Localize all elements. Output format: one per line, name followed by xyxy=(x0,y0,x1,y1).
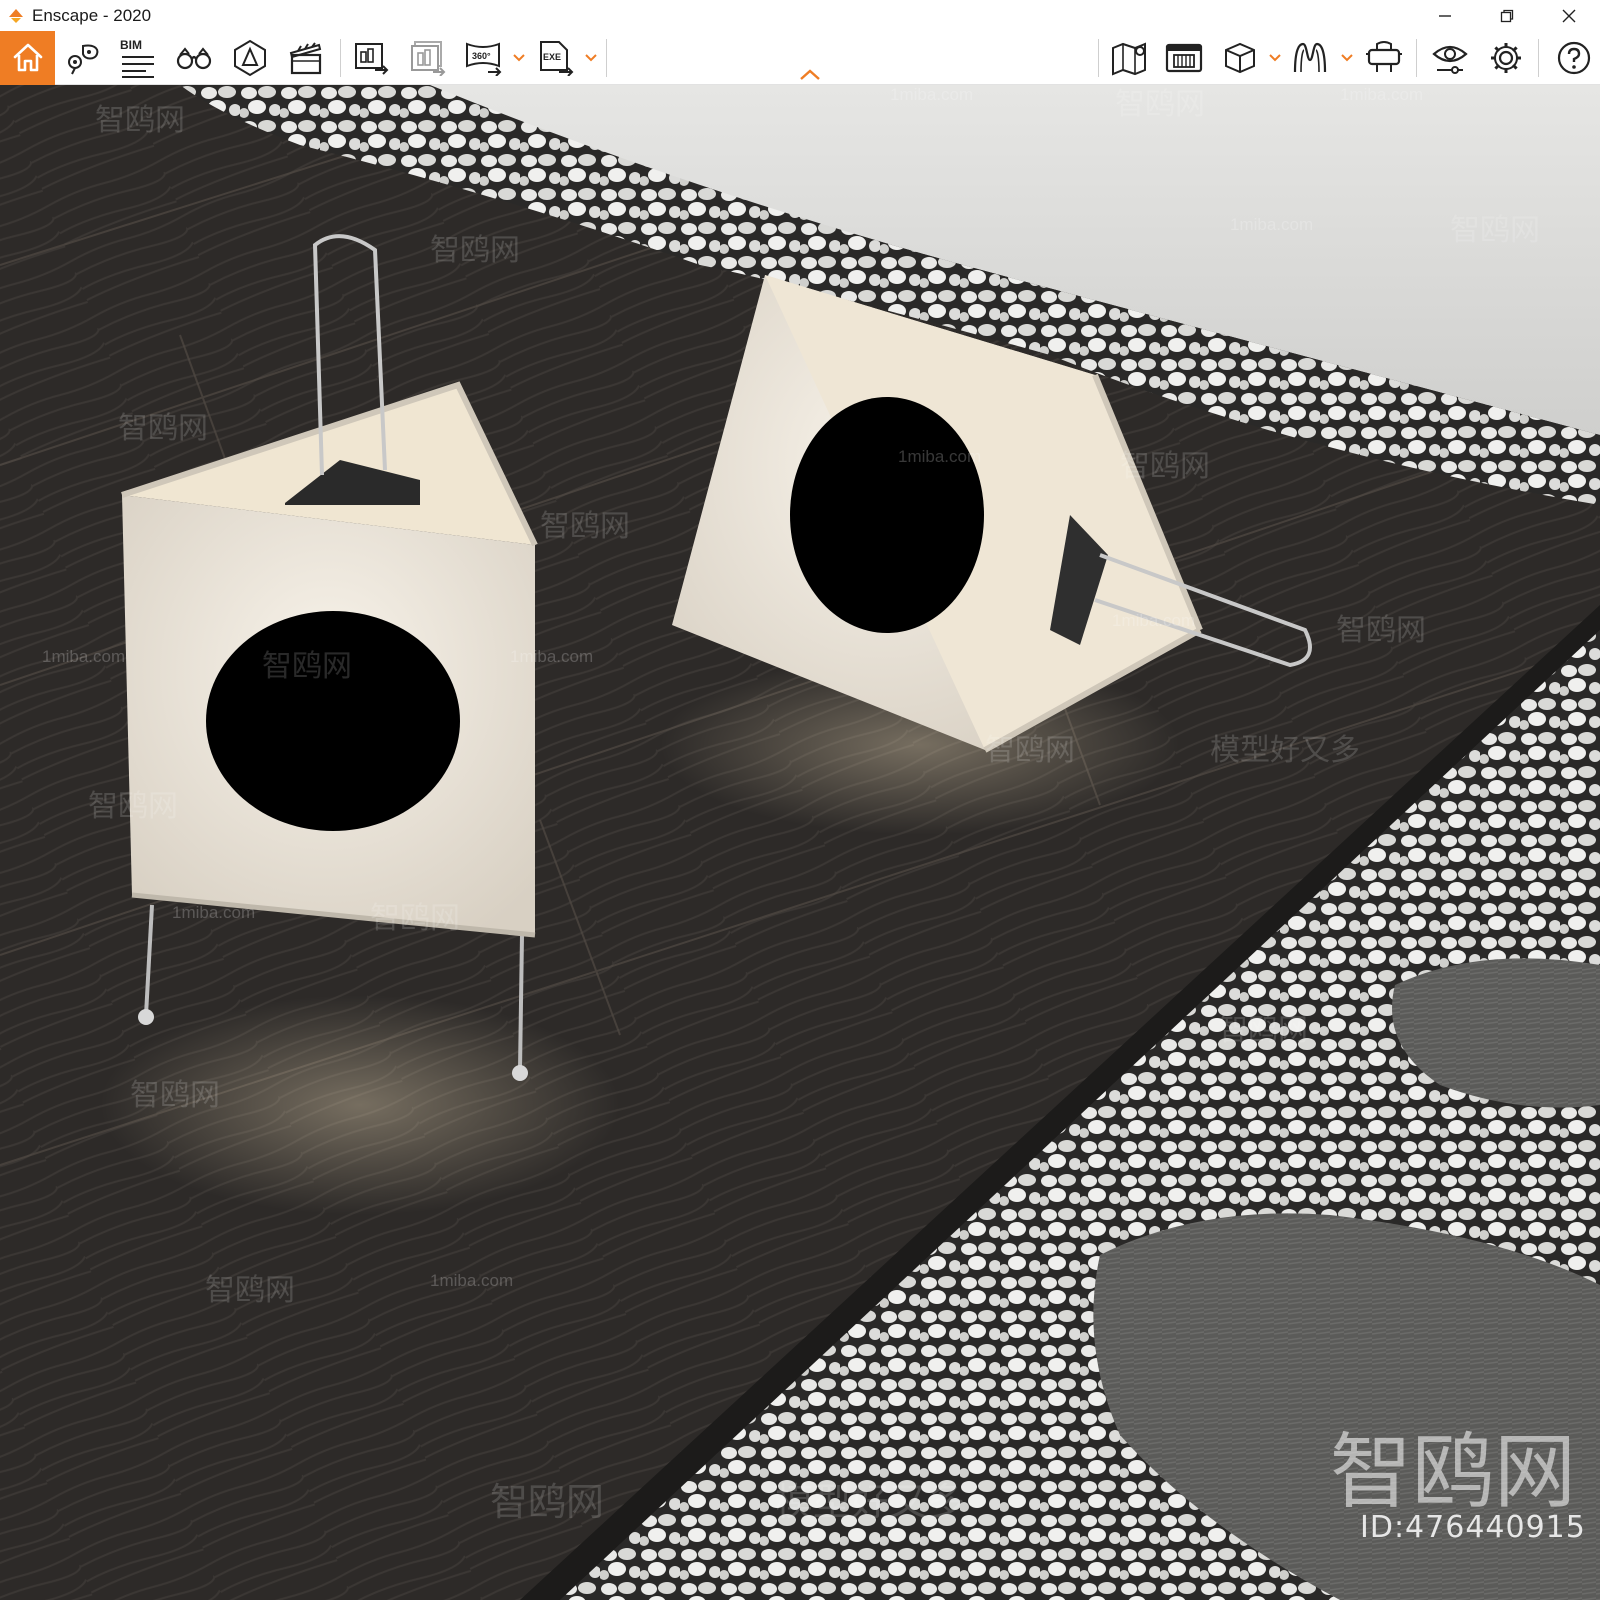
toolbar-separator xyxy=(340,39,341,77)
render-queue-button[interactable] xyxy=(406,31,450,85)
render-viewport[interactable]: 1miba.com 智鸥网 1miba.com 智鸥网 1miba.com 智鸥… xyxy=(0,85,1600,1600)
visual-settings-icon xyxy=(1432,45,1468,74)
chevron-down-icon[interactable] xyxy=(512,51,526,65)
exe-export-button[interactable]: EXE xyxy=(534,31,578,85)
close-button[interactable] xyxy=(1538,0,1600,31)
light-view-icon xyxy=(234,39,266,77)
chevron-down-icon[interactable] xyxy=(584,51,598,65)
panorama-360-icon: 360° xyxy=(466,42,502,76)
scene-render xyxy=(0,85,1600,1600)
exe-standalone-icon: EXE xyxy=(540,41,574,76)
map-icon xyxy=(1112,42,1146,76)
watermark-logo: 智鸥网 xyxy=(1330,1425,1577,1520)
toolbar-separator xyxy=(1538,39,1539,77)
material-editor-icon xyxy=(1293,42,1327,73)
toolbar-separator xyxy=(1098,39,1099,77)
views-button[interactable] xyxy=(62,31,104,85)
title-bar: Enscape - 2020 xyxy=(0,0,1600,31)
batch-render-button[interactable] xyxy=(350,31,394,85)
cube-view-icon xyxy=(1225,42,1255,74)
asset-library-button[interactable] xyxy=(1162,31,1206,85)
views-pin-icon xyxy=(68,44,99,75)
minimize-button[interactable] xyxy=(1414,0,1476,31)
binoculars-icon xyxy=(176,47,212,70)
restore-button[interactable] xyxy=(1476,0,1538,31)
toolbar-separator xyxy=(606,39,607,77)
window-controls xyxy=(1414,0,1600,31)
video-editor-icon xyxy=(289,42,322,75)
chevron-up-icon[interactable] xyxy=(798,67,822,83)
visual-settings-button[interactable] xyxy=(1428,31,1472,85)
batch-render-icon xyxy=(355,43,389,75)
enscape-logo-icon xyxy=(9,8,23,23)
bim-info-icon xyxy=(122,55,154,78)
panorama-badge: 360° xyxy=(472,51,491,61)
help-button[interactable] xyxy=(1552,31,1596,85)
render-queue-icon xyxy=(411,41,446,76)
video-editor-button[interactable] xyxy=(284,31,328,85)
home-button[interactable] xyxy=(0,31,55,85)
restore-icon xyxy=(1500,9,1514,22)
cube-view-button[interactable] xyxy=(1218,31,1262,85)
help-icon xyxy=(1557,41,1591,75)
chevron-down-icon[interactable] xyxy=(1340,51,1354,65)
settings-icon xyxy=(1491,43,1521,73)
walk-mode-button[interactable] xyxy=(172,31,216,85)
vr-headset-icon xyxy=(1366,41,1402,72)
light-view-button[interactable] xyxy=(228,31,272,85)
vr-headset-button[interactable] xyxy=(1362,31,1406,85)
exe-badge: EXE xyxy=(543,52,561,62)
watermark-id: ID:476440915 xyxy=(1360,1510,1586,1545)
window-title: Enscape - 2020 xyxy=(32,5,152,25)
map-button[interactable] xyxy=(1108,31,1152,85)
bim-label: BIM xyxy=(120,37,142,52)
close-icon xyxy=(1562,9,1576,22)
asset-library-icon xyxy=(1165,43,1203,73)
minimize-icon xyxy=(1439,14,1451,17)
chevron-down-icon[interactable] xyxy=(1268,51,1282,65)
toolbar-separator xyxy=(1416,39,1417,77)
material-editor-button[interactable] xyxy=(1288,31,1332,85)
bim-button[interactable]: BIM xyxy=(116,31,160,85)
panorama-button[interactable]: 360° xyxy=(462,31,506,85)
light-pool xyxy=(100,995,620,1215)
enscape-toolbar: BIM 360° EXE xyxy=(0,31,1600,85)
home-icon xyxy=(13,43,42,72)
settings-button[interactable] xyxy=(1484,31,1528,85)
